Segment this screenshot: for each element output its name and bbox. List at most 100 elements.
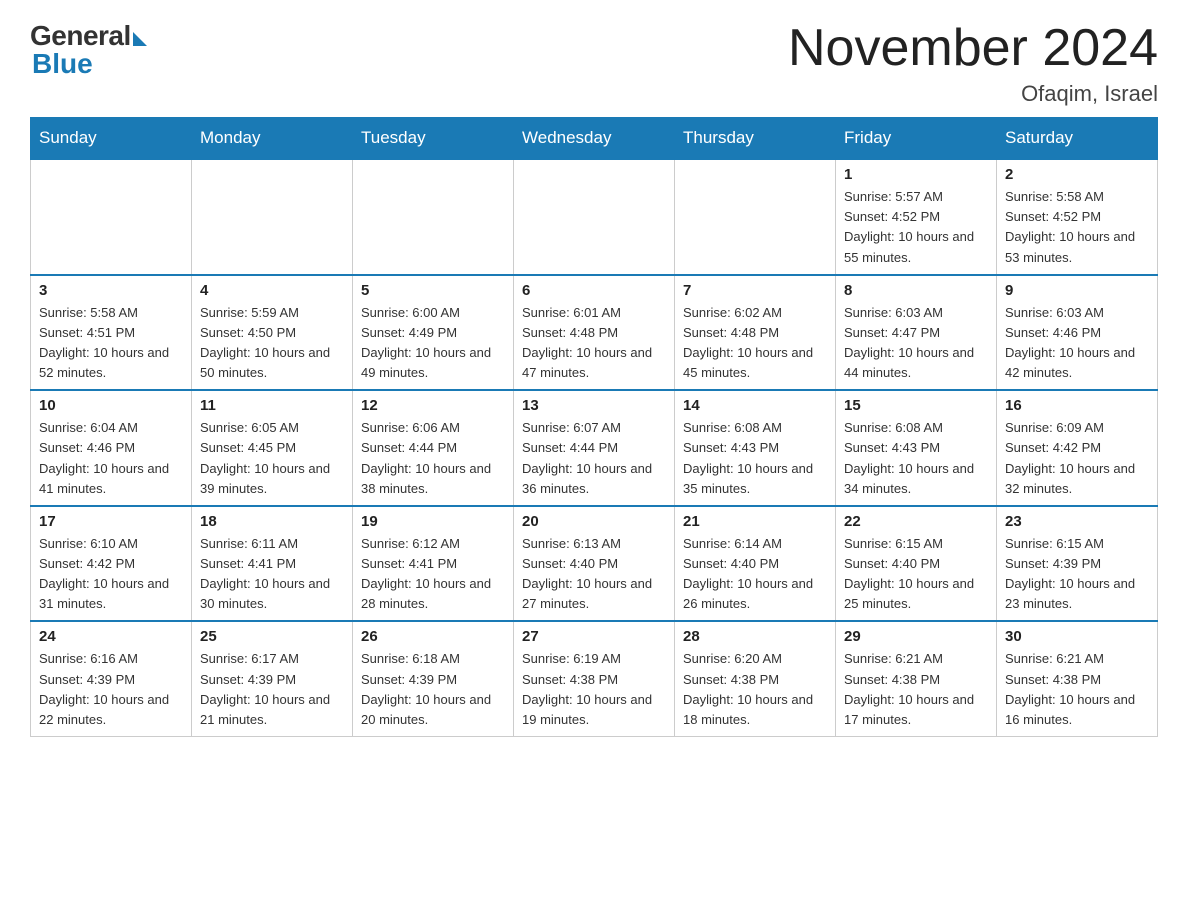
calendar-cell: 27Sunrise: 6:19 AM Sunset: 4:38 PM Dayli…	[514, 621, 675, 736]
calendar-cell: 26 Sunrise: 6:18 AM Sunset: 4:39 PM Dayli…	[353, 621, 514, 736]
calendar-cell: 22 Sunrise: 6:15 AM Sunset: 4:40 PM Dayli…	[836, 506, 997, 622]
day-info: Sunrise: 6:21 AM Sunset: 4:38 PM Dayligh…	[844, 649, 988, 730]
calendar-cell: 8 Sunrise: 6:03 AM Sunset: 4:47 PM Daylig…	[836, 275, 997, 391]
calendar-cell: 9 Sunrise: 6:03 AM Sunset: 4:46 PM Daylig…	[997, 275, 1158, 391]
calendar-cell: 14 Sunrise: 6:08 AM Sunset: 4:43 PM Dayli…	[675, 390, 836, 506]
day-number: 30	[1005, 628, 1149, 645]
day-number: 23	[1005, 513, 1149, 530]
title-area: November 2024 Ofaqim, Israel	[788, 20, 1158, 107]
day-number: 18	[200, 513, 344, 530]
calendar-day-header: Wednesday	[514, 118, 675, 160]
day-info: Sunrise: 6:10 AM Sunset: 4:42 PM Dayligh…	[39, 534, 183, 615]
day-info: Sunrise: 6:16 AM Sunset: 4:39 PM Dayligh…	[39, 649, 183, 730]
day-number: 13	[522, 397, 666, 414]
day-info: Sunrise: 6:06 AM Sunset: 4:44 PM Dayligh…	[361, 418, 505, 499]
day-number: 10	[39, 397, 183, 414]
calendar-cell	[31, 159, 192, 275]
calendar-table: SundayMondayTuesdayWednesdayThursdayFrid…	[30, 117, 1158, 737]
day-number: 14	[683, 397, 827, 414]
calendar-cell: 6 Sunrise: 6:01 AM Sunset: 4:48 PM Daylig…	[514, 275, 675, 391]
day-info: Sunrise: 5:59 AM Sunset: 4:50 PM Dayligh…	[200, 303, 344, 384]
day-info: Sunrise: 6:14 AM Sunset: 4:40 PM Dayligh…	[683, 534, 827, 615]
calendar-cell: 29 Sunrise: 6:21 AM Sunset: 4:38 PM Dayli…	[836, 621, 997, 736]
calendar-cell	[353, 159, 514, 275]
calendar-cell: 12 Sunrise: 6:06 AM Sunset: 4:44 PM Dayli…	[353, 390, 514, 506]
day-number: 22	[844, 513, 988, 530]
calendar-cell: 13 Sunrise: 6:07 AM Sunset: 4:44 PM Dayli…	[514, 390, 675, 506]
day-number: 26	[361, 628, 505, 645]
day-info: Sunrise: 6:21 AM Sunset: 4:38 PM Dayligh…	[1005, 649, 1149, 730]
day-number: 21	[683, 513, 827, 530]
calendar-cell: 11 Sunrise: 6:05 AM Sunset: 4:45 PM Dayli…	[192, 390, 353, 506]
day-number: 29	[844, 628, 988, 645]
day-info: Sunrise: 5:57 AM Sunset: 4:52 PM Dayligh…	[844, 187, 988, 268]
calendar-header-row: SundayMondayTuesdayWednesdayThursdayFrid…	[31, 118, 1158, 160]
calendar-cell: 28 Sunrise: 6:20 AM Sunset: 4:38 PM Dayli…	[675, 621, 836, 736]
calendar-day-header: Monday	[192, 118, 353, 160]
calendar-day-header: Friday	[836, 118, 997, 160]
month-title: November 2024	[788, 20, 1158, 77]
day-info: Sunrise: 6:13 AM Sunset: 4:40 PM Dayligh…	[522, 534, 666, 615]
day-number: 5	[361, 282, 505, 299]
calendar-cell: 5 Sunrise: 6:00 AM Sunset: 4:49 PM Daylig…	[353, 275, 514, 391]
day-info: Sunrise: 5:58 AM Sunset: 4:51 PM Dayligh…	[39, 303, 183, 384]
day-info: Sunrise: 6:02 AM Sunset: 4:48 PM Dayligh…	[683, 303, 827, 384]
calendar-cell	[514, 159, 675, 275]
day-number: 25	[200, 628, 344, 645]
day-info: Sunrise: 6:04 AM Sunset: 4:46 PM Dayligh…	[39, 418, 183, 499]
day-info: Sunrise: 6:07 AM Sunset: 4:44 PM Dayligh…	[522, 418, 666, 499]
day-number: 17	[39, 513, 183, 530]
day-info: Sunrise: 6:18 AM Sunset: 4:39 PM Dayligh…	[361, 649, 505, 730]
calendar-cell: 2Sunrise: 5:58 AM Sunset: 4:52 PM Daylig…	[997, 159, 1158, 275]
calendar-week-row: 1 Sunrise: 5:57 AM Sunset: 4:52 PM Daylig…	[31, 159, 1158, 275]
logo: General Blue	[30, 20, 147, 80]
day-number: 20	[522, 513, 666, 530]
day-info: Sunrise: 6:01 AM Sunset: 4:48 PM Dayligh…	[522, 303, 666, 384]
calendar-cell: 15 Sunrise: 6:08 AM Sunset: 4:43 PM Dayli…	[836, 390, 997, 506]
day-number: 1	[844, 166, 988, 183]
calendar-day-header: Sunday	[31, 118, 192, 160]
calendar-week-row: 17 Sunrise: 6:10 AM Sunset: 4:42 PM Dayli…	[31, 506, 1158, 622]
day-info: Sunrise: 6:19 AM Sunset: 4:38 PM Dayligh…	[522, 649, 666, 730]
day-number: 8	[844, 282, 988, 299]
day-info: Sunrise: 6:05 AM Sunset: 4:45 PM Dayligh…	[200, 418, 344, 499]
day-number: 16	[1005, 397, 1149, 414]
calendar-day-header: Thursday	[675, 118, 836, 160]
calendar-cell: 25 Sunrise: 6:17 AM Sunset: 4:39 PM Dayli…	[192, 621, 353, 736]
day-info: Sunrise: 6:20 AM Sunset: 4:38 PM Dayligh…	[683, 649, 827, 730]
calendar-day-header: Tuesday	[353, 118, 514, 160]
day-info: Sunrise: 6:03 AM Sunset: 4:47 PM Dayligh…	[844, 303, 988, 384]
calendar-cell: 1 Sunrise: 5:57 AM Sunset: 4:52 PM Daylig…	[836, 159, 997, 275]
day-number: 15	[844, 397, 988, 414]
day-number: 11	[200, 397, 344, 414]
page-header: General Blue November 2024 Ofaqim, Israe…	[30, 20, 1158, 107]
day-number: 28	[683, 628, 827, 645]
calendar-cell	[675, 159, 836, 275]
calendar-cell: 10 Sunrise: 6:04 AM Sunset: 4:46 PM Dayli…	[31, 390, 192, 506]
day-info: Sunrise: 6:09 AM Sunset: 4:42 PM Dayligh…	[1005, 418, 1149, 499]
day-number: 24	[39, 628, 183, 645]
day-info: Sunrise: 6:00 AM Sunset: 4:49 PM Dayligh…	[361, 303, 505, 384]
day-info: Sunrise: 6:08 AM Sunset: 4:43 PM Dayligh…	[844, 418, 988, 499]
day-info: Sunrise: 6:08 AM Sunset: 4:43 PM Dayligh…	[683, 418, 827, 499]
calendar-week-row: 3Sunrise: 5:58 AM Sunset: 4:51 PM Daylig…	[31, 275, 1158, 391]
logo-arrow-icon	[133, 32, 147, 46]
calendar-cell: 4 Sunrise: 5:59 AM Sunset: 4:50 PM Daylig…	[192, 275, 353, 391]
calendar-cell: 23 Sunrise: 6:15 AM Sunset: 4:39 PM Dayli…	[997, 506, 1158, 622]
calendar-cell: 7 Sunrise: 6:02 AM Sunset: 4:48 PM Daylig…	[675, 275, 836, 391]
day-number: 7	[683, 282, 827, 299]
day-number: 9	[1005, 282, 1149, 299]
calendar-cell: 18 Sunrise: 6:11 AM Sunset: 4:41 PM Dayli…	[192, 506, 353, 622]
day-info: Sunrise: 6:15 AM Sunset: 4:40 PM Dayligh…	[844, 534, 988, 615]
day-number: 6	[522, 282, 666, 299]
calendar-cell: 17 Sunrise: 6:10 AM Sunset: 4:42 PM Dayli…	[31, 506, 192, 622]
calendar-day-header: Saturday	[997, 118, 1158, 160]
day-info: Sunrise: 6:11 AM Sunset: 4:41 PM Dayligh…	[200, 534, 344, 615]
calendar-cell: 16 Sunrise: 6:09 AM Sunset: 4:42 PM Dayli…	[997, 390, 1158, 506]
day-info: Sunrise: 6:15 AM Sunset: 4:39 PM Dayligh…	[1005, 534, 1149, 615]
day-number: 4	[200, 282, 344, 299]
calendar-week-row: 24 Sunrise: 6:16 AM Sunset: 4:39 PM Dayli…	[31, 621, 1158, 736]
day-number: 12	[361, 397, 505, 414]
day-info: Sunrise: 6:17 AM Sunset: 4:39 PM Dayligh…	[200, 649, 344, 730]
day-info: Sunrise: 6:03 AM Sunset: 4:46 PM Dayligh…	[1005, 303, 1149, 384]
